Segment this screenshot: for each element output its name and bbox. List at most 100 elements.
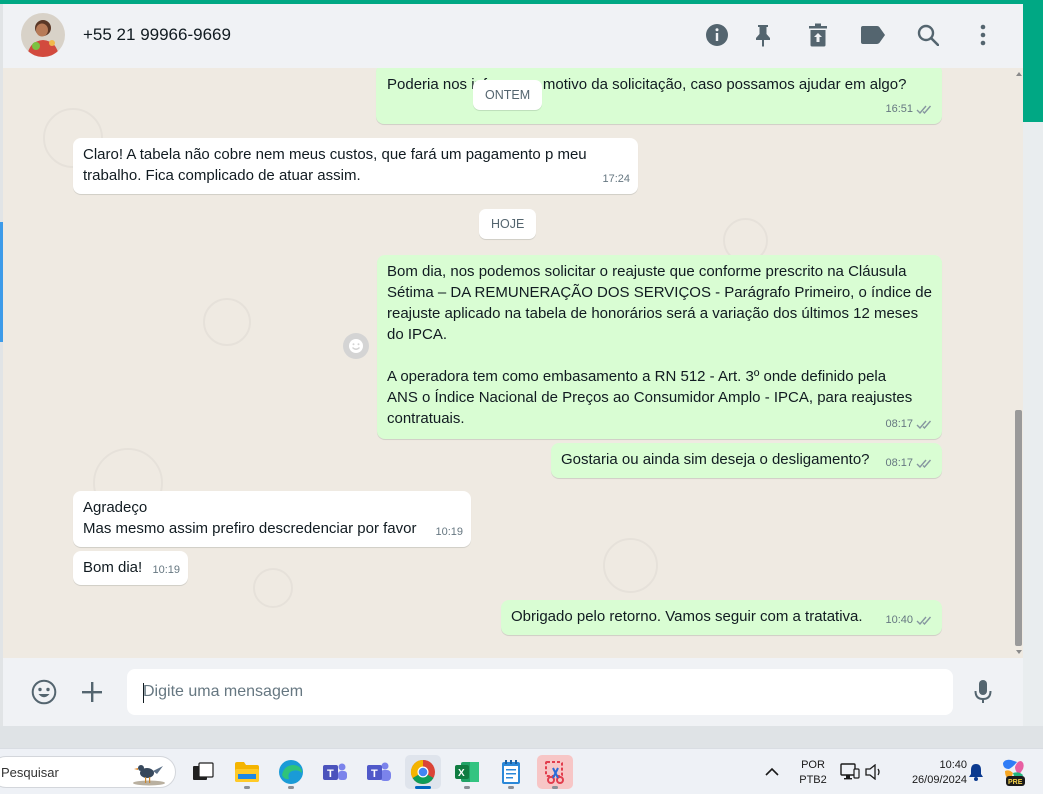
wallpaper-doodle xyxy=(203,298,251,346)
keyboard-layout-label: PTB2 xyxy=(799,774,827,786)
clock-date: 26/09/2024 xyxy=(911,774,967,786)
edge-icon xyxy=(279,760,303,784)
chat-header[interactable]: +55 21 99966-9669 xyxy=(3,4,1023,68)
teams-icon: T xyxy=(323,763,347,780)
language-label: POR xyxy=(801,759,825,771)
taskbar-search-label: Pesquisar xyxy=(1,765,59,780)
reaction-button[interactable] xyxy=(343,333,369,359)
message-time: 10:40 xyxy=(885,614,913,626)
composer-bar xyxy=(3,658,1023,726)
message-text: Bom dia, nos podemos solicitar o reajust… xyxy=(387,263,932,427)
read-ticks-icon xyxy=(916,616,932,626)
message-time: 17:24 xyxy=(602,173,630,185)
taskbar-app-snipping-tool[interactable] xyxy=(537,755,573,789)
message-meta: 17:24 xyxy=(602,169,630,190)
message-bubble-incoming[interactable]: Claro! A tabela não cobre nem meus custo… xyxy=(73,138,638,194)
microphone-icon[interactable] xyxy=(969,678,997,706)
window-edge-accent xyxy=(1023,4,1043,122)
taskbar-app-notepad[interactable] xyxy=(493,755,529,789)
search-highlight-icon xyxy=(133,765,165,786)
message-meta: 10:19 xyxy=(152,560,180,581)
message-scrollbar[interactable] xyxy=(1014,70,1023,656)
message-time: 16:51 xyxy=(885,103,913,115)
message-bubble-outgoing[interactable]: Gostaria ou ainda sim deseja o desligame… xyxy=(551,443,942,478)
svg-text:T: T xyxy=(371,768,378,780)
wallpaper-doodle xyxy=(253,568,293,608)
scroll-down-arrow-icon[interactable] xyxy=(1016,650,1022,654)
clock-time: 10:40 xyxy=(939,759,967,771)
scroll-up-arrow-icon[interactable] xyxy=(1016,72,1022,76)
message-text: Gostaria ou ainda sim deseja o desligame… xyxy=(561,451,870,468)
message-text: Agradeço Mas mesmo assim prefiro descred… xyxy=(83,499,417,537)
task-view-icon xyxy=(193,762,214,780)
folder-icon xyxy=(235,762,259,782)
label-icon[interactable] xyxy=(860,22,886,48)
message-text: Claro! A tabela não cobre nem meus custo… xyxy=(83,146,587,184)
pin-icon[interactable] xyxy=(750,22,776,48)
running-indicator xyxy=(415,786,431,789)
chrome-icon xyxy=(410,760,435,785)
smiley-icon xyxy=(349,339,363,353)
message-bubble-outgoing[interactable]: Poderia nos informar o motivo da solicit… xyxy=(376,68,942,124)
message-bubble-outgoing[interactable]: Obrigado pelo retorno. Vamos seguir com … xyxy=(501,600,942,635)
taskbar-app-teams[interactable]: T xyxy=(361,755,397,789)
message-bubble-incoming[interactable]: Agradeço Mas mesmo assim prefiro descred… xyxy=(73,491,471,547)
emoji-icon[interactable] xyxy=(30,678,58,706)
message-meta: 10:40 xyxy=(885,610,934,631)
excel-icon: X xyxy=(455,762,479,782)
teams-icon: T xyxy=(367,762,391,781)
input-language[interactable]: POR PTB2 xyxy=(796,758,830,788)
text-caret xyxy=(143,683,144,703)
running-indicator xyxy=(464,786,470,789)
read-ticks-icon xyxy=(916,420,932,430)
delete-icon[interactable] xyxy=(805,22,831,48)
message-meta: 08:17 xyxy=(885,453,934,474)
taskbar-search[interactable]: Pesquisar xyxy=(0,756,176,788)
message-meta: 08:17 xyxy=(885,414,934,435)
attach-plus-icon[interactable] xyxy=(78,678,106,706)
date-chip-today: HOJE xyxy=(479,209,537,239)
copilot-badge: PRE xyxy=(1008,779,1023,786)
task-view-button[interactable] xyxy=(185,755,221,789)
message-meta: 16:51 xyxy=(885,99,934,120)
window-edge xyxy=(1023,122,1043,748)
running-indicator xyxy=(288,786,294,789)
info-icon[interactable] xyxy=(704,22,730,48)
contact-name[interactable]: +55 21 99966-9669 xyxy=(83,25,231,45)
notification-bell-icon[interactable] xyxy=(968,763,984,786)
scroll-thumb[interactable] xyxy=(1015,410,1022,646)
taskbar-app-edge[interactable] xyxy=(273,755,309,789)
message-bubble-outgoing[interactable]: Bom dia, nos podemos solicitar o reajust… xyxy=(377,255,942,439)
date-chip-yesterday: ONTEM xyxy=(473,80,543,110)
running-indicator xyxy=(244,786,250,789)
copilot-icon[interactable]: PRE xyxy=(999,757,1027,787)
taskbar-app-teams-work[interactable]: T xyxy=(317,755,353,789)
menu-icon[interactable] xyxy=(970,22,996,48)
tray-overflow-chevron-icon[interactable] xyxy=(765,764,779,782)
windows-taskbar: Pesquisar T T X POR PTB2 10:40 26/09/202… xyxy=(0,748,1043,794)
svg-text:T: T xyxy=(327,768,334,780)
read-ticks-icon xyxy=(916,459,932,469)
taskbar-app-chrome[interactable] xyxy=(405,755,441,789)
message-time: 08:17 xyxy=(885,418,913,430)
read-ticks-icon xyxy=(916,105,932,115)
desktop-strip xyxy=(0,726,1043,748)
message-meta: 10:19 xyxy=(435,522,463,543)
contact-avatar[interactable] xyxy=(21,13,65,57)
message-input[interactable] xyxy=(127,669,953,715)
message-list[interactable]: Poderia nos informar o motivo da solicit… xyxy=(3,68,1023,658)
clock[interactable]: 10:40 26/09/2024 xyxy=(893,758,967,788)
volume-icon[interactable] xyxy=(865,763,883,785)
message-text: Obrigado pelo retorno. Vamos seguir com … xyxy=(511,608,863,625)
search-icon[interactable] xyxy=(915,22,941,48)
message-text: Poderia nos informar o motivo da solicit… xyxy=(387,76,907,93)
network-icon[interactable] xyxy=(840,763,860,786)
running-indicator xyxy=(552,786,558,789)
svg-text:X: X xyxy=(458,768,465,779)
wallpaper-doodle xyxy=(603,538,658,593)
message-bubble-incoming[interactable]: Bom dia! 10:19 xyxy=(73,551,188,585)
taskbar-app-excel[interactable]: X xyxy=(449,755,485,789)
taskbar-app-file-explorer[interactable] xyxy=(229,755,265,789)
running-indicator xyxy=(508,786,514,789)
snipping-tool-icon xyxy=(545,761,564,784)
